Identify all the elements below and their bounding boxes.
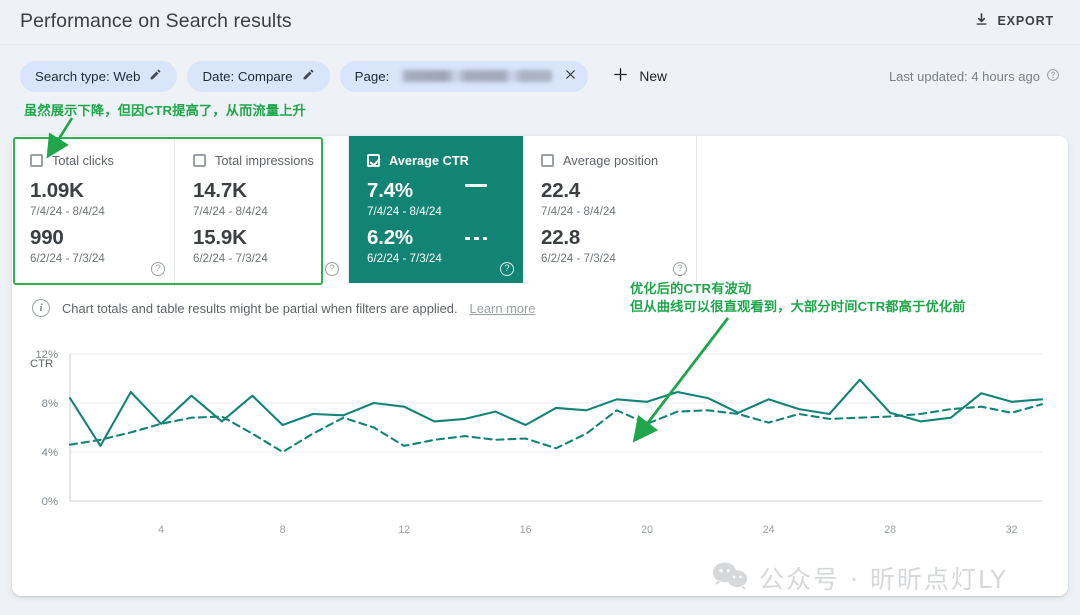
chart-y-tick-label: 4% — [42, 447, 58, 459]
metric-tile-label: Average CTR — [389, 153, 469, 168]
metric-previous-value: 22.8 — [541, 226, 682, 250]
help-circle-icon[interactable]: ? — [325, 262, 339, 276]
metric-tile-total-clicks[interactable]: Total clicks 1.09K 7/4/24 - 8/4/24 990 6… — [12, 136, 175, 283]
metric-current-range: 7/4/24 - 8/4/24 — [541, 205, 682, 218]
metric-tile-average-ctr[interactable]: Average CTR 7.4% 7/4/24 - 8/4/24 6.2% 6/… — [349, 136, 523, 283]
annotation-text-2: 优化后的CTR有波动 但从曲线可以很直观看到，大部分时间CTR都高于优化前 — [630, 280, 966, 316]
chart-x-tick-label: 28 — [884, 524, 896, 536]
app-root: Performance on Search results EXPORT Sea… — [0, 0, 1080, 615]
filter-chip-label: Page: — [355, 69, 390, 84]
metric-current-range: 7/4/24 - 8/4/24 — [193, 205, 334, 218]
metric-current-value: 7.4% — [367, 179, 413, 203]
last-updated-label: Last updated: 4 hours ago — [889, 69, 1040, 84]
last-updated: Last updated: 4 hours ago — [889, 68, 1060, 85]
filter-chip-date[interactable]: Date: Compare — [187, 61, 329, 92]
metric-tile-average-position[interactable]: Average position 22.4 7/4/24 - 8/4/24 22… — [523, 136, 697, 283]
filter-chip-label: Date: Compare — [202, 69, 292, 84]
chart-x-tick-label: 24 — [763, 524, 775, 536]
annotation-text-1: 虽然展示下降，但因CTR提高了，从而流量上升 — [24, 102, 306, 120]
info-icon: i — [32, 299, 50, 317]
chart-x-tick-label: 8 — [280, 524, 286, 536]
redacted-page-url: redacted-url — [400, 70, 552, 82]
metric-current-value: 14.7K — [193, 179, 334, 203]
pencil-icon[interactable] — [302, 68, 315, 84]
metric-tile-header: Total clicks — [30, 153, 160, 168]
help-circle-icon[interactable]: ? — [151, 262, 165, 276]
metric-tile-header: Average CTR — [367, 153, 509, 168]
metric-previous-range: 6/2/24 - 7/3/24 — [541, 252, 682, 265]
legend-solid-line-icon — [465, 184, 487, 187]
metric-tile-total-impressions[interactable]: Total impressions 14.7K 7/4/24 - 8/4/24 … — [175, 136, 349, 283]
metric-current-range: 7/4/24 - 8/4/24 — [367, 205, 509, 218]
metric-tile-header: Average position — [541, 153, 682, 168]
metric-tiles: Total clicks 1.09K 7/4/24 - 8/4/24 990 6… — [12, 136, 1068, 283]
page-header: Performance on Search results EXPORT — [0, 0, 1080, 42]
metric-tile-label: Average position — [563, 153, 658, 168]
metric-previous-value: 15.9K — [193, 226, 334, 250]
metric-tile-label: Total impressions — [215, 153, 314, 168]
metric-current-value: 22.4 — [541, 179, 682, 203]
export-button[interactable]: EXPORT — [970, 8, 1059, 34]
metric-previous-range: 6/2/24 - 7/3/24 — [367, 252, 509, 265]
metric-current-range: 7/4/24 - 8/4/24 — [30, 205, 160, 218]
chart-x-tick-label: 20 — [641, 524, 653, 536]
filter-bar: Search type: Web Date: Compare Page: red… — [0, 56, 1080, 96]
metric-previous-range: 6/2/24 - 7/3/24 — [30, 252, 160, 265]
page-title: Performance on Search results — [20, 10, 292, 33]
partial-data-note-text: Chart totals and table results might be … — [62, 301, 458, 316]
help-circle-icon[interactable]: ? — [673, 262, 687, 276]
checkbox-checked-icon[interactable] — [367, 154, 380, 167]
metric-previous-range: 6/2/24 - 7/3/24 — [193, 252, 334, 265]
header-divider — [0, 44, 1080, 45]
filter-chip-page[interactable]: Page: redacted-url — [340, 61, 589, 92]
ctr-chart: CTR 0%4%8%12%48121620242832 — [12, 336, 1068, 596]
new-filter-label: New — [639, 69, 667, 84]
chart-x-tick-label: 16 — [520, 524, 532, 536]
metric-previous-value: 6.2% — [367, 226, 413, 250]
metric-current-value: 1.09K — [30, 179, 160, 203]
close-icon[interactable] — [564, 68, 577, 84]
legend-dashed-line-icon — [465, 237, 487, 240]
chart-canvas: 0% 4% 8% 12% 4 8 12 16 20 24 28 32 — [12, 336, 1068, 596]
partial-data-note: i Chart totals and table results might b… — [32, 299, 535, 317]
metric-tile-header: Total impressions — [193, 153, 334, 168]
plus-icon — [612, 66, 629, 86]
chart-x-tick-label: 4 — [158, 524, 164, 536]
chart-y-tick-label: 12% — [35, 349, 58, 361]
download-icon — [974, 12, 989, 30]
help-circle-icon[interactable]: ? — [500, 262, 514, 276]
metric-previous-row: 6.2% — [367, 226, 509, 250]
metric-current-row: 7.4% — [367, 168, 509, 203]
metric-tile-label: Total clicks — [52, 153, 114, 168]
checkbox-icon[interactable] — [193, 154, 206, 167]
checkbox-icon[interactable] — [30, 154, 43, 167]
chart-x-tick-label: 32 — [1006, 524, 1018, 536]
filter-chip-label: Search type: Web — [35, 69, 140, 84]
chart-series-current — [70, 380, 1042, 446]
checkbox-icon[interactable] — [541, 154, 554, 167]
chart-y-tick-label: 8% — [42, 398, 58, 410]
export-label: EXPORT — [998, 14, 1055, 28]
chart-y-tick-label: 0% — [42, 496, 58, 508]
chart-series-previous — [70, 404, 1042, 452]
new-filter-button[interactable]: New — [612, 66, 667, 86]
chart-x-tick-label: 12 — [398, 524, 410, 536]
learn-more-link[interactable]: Learn more — [470, 301, 536, 316]
filter-chip-search-type[interactable]: Search type: Web — [20, 61, 177, 92]
pencil-icon[interactable] — [149, 68, 162, 84]
metric-previous-value: 990 — [30, 226, 160, 250]
help-circle-icon[interactable] — [1046, 68, 1060, 85]
performance-card: Total clicks 1.09K 7/4/24 - 8/4/24 990 6… — [12, 136, 1068, 596]
